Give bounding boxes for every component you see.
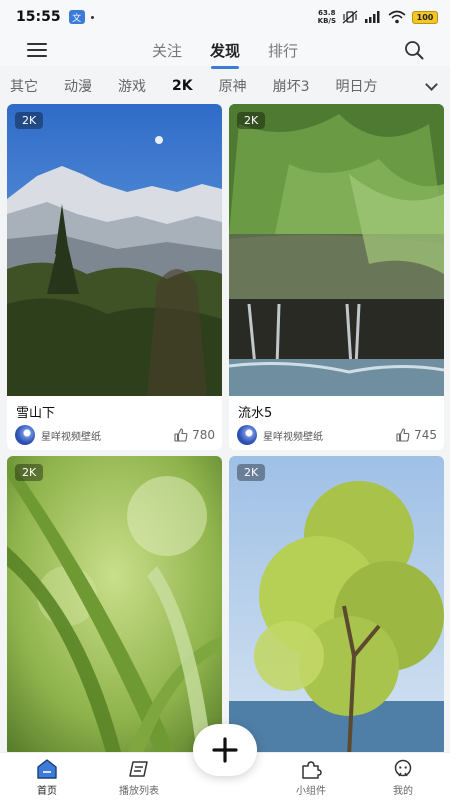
status-indicators: 63.8 KB/S 100 — [318, 9, 438, 25]
avatar[interactable] — [15, 425, 35, 445]
top-nav: 关注 发现 排行 — [0, 34, 450, 66]
resolution-badge: 2K — [15, 464, 44, 481]
wifi-icon — [388, 10, 406, 24]
playlist-icon — [129, 761, 148, 777]
nav-item-profile[interactable]: 我的 — [368, 759, 438, 797]
author-name[interactable]: 星咩视频壁纸 — [263, 428, 323, 443]
wallpaper-card[interactable]: 2K 流水5 星咩视频壁纸 745 — [229, 104, 444, 450]
card-author-row: 星咩视频壁纸 745 — [237, 425, 437, 445]
battery-indicator: 100 — [412, 10, 438, 24]
category-item-genshin[interactable]: 原神 — [219, 76, 247, 96]
nav-label: 播放列表 — [119, 786, 159, 797]
author-name[interactable]: 星咩视频壁纸 — [41, 428, 101, 443]
card-author-row: 星咩视频壁纸 780 — [15, 425, 215, 445]
wallpaper-card[interactable]: 2K 雪山下 星咩视频壁纸 780 — [7, 104, 222, 450]
resolution-badge: 2K — [237, 464, 266, 481]
tab-follow[interactable]: 关注 — [152, 40, 182, 61]
vibrate-off-icon — [342, 10, 358, 24]
chevron-down-icon — [425, 77, 438, 91]
like-button[interactable]: 745 — [396, 428, 437, 442]
resolution-badge: 2K — [237, 112, 266, 129]
tab-discover[interactable]: 发现 — [210, 40, 240, 61]
thumbs-up-icon — [396, 428, 410, 442]
wallpaper-card[interactable]: 2K — [7, 456, 222, 756]
like-count: 745 — [414, 428, 437, 442]
profile-icon — [394, 759, 412, 777]
avatar[interactable] — [237, 425, 257, 445]
category-item-games[interactable]: 游戏 — [118, 76, 146, 96]
category-item-anime[interactable]: 动漫 — [64, 76, 92, 96]
nav-label: 我的 — [393, 786, 413, 797]
search-icon[interactable] — [404, 40, 424, 60]
network-speed-unit: KB/S — [317, 17, 336, 25]
card-title[interactable]: 流水5 — [238, 402, 272, 421]
home-icon — [37, 759, 57, 779]
like-count: 780 — [192, 428, 215, 442]
wallpaper-thumbnail[interactable] — [7, 456, 222, 756]
status-time: 15:55 — [16, 9, 61, 25]
thumbs-up-icon — [174, 428, 188, 442]
category-item-2k[interactable]: 2K — [172, 78, 193, 94]
network-speed: 63.8 KB/S — [318, 9, 336, 25]
widget-icon — [302, 761, 322, 779]
nav-label: 小组件 — [296, 786, 326, 797]
wallpaper-card[interactable]: 2K — [229, 456, 444, 756]
top-tabs: 关注 发现 排行 — [0, 34, 450, 66]
card-title[interactable]: 雪山下 — [16, 402, 55, 421]
category-item-arknights[interactable]: 明日方 — [336, 76, 378, 96]
app-notification-icon: 文 — [68, 10, 85, 24]
nav-label: 首页 — [37, 786, 57, 797]
category-expand-button[interactable] — [404, 70, 450, 102]
network-speed-value: 63.8 — [318, 9, 336, 17]
category-item-honkai3[interactable]: 崩坏3 — [273, 76, 310, 96]
category-item-other[interactable]: 其它 — [10, 76, 38, 96]
tab-ranking[interactable]: 排行 — [268, 40, 298, 61]
notification-dot-icon — [90, 15, 94, 19]
add-button[interactable] — [193, 724, 257, 776]
signal-hd-icon — [365, 11, 380, 23]
wallpaper-thumbnail[interactable] — [7, 104, 222, 396]
nav-item-widgets[interactable]: 小组件 — [276, 759, 346, 797]
wallpaper-thumbnail[interactable] — [229, 456, 444, 756]
like-button[interactable]: 780 — [174, 428, 215, 442]
nav-item-playlist[interactable]: 播放列表 — [104, 759, 174, 797]
nav-item-home[interactable]: 首页 — [12, 759, 82, 797]
wallpaper-thumbnail[interactable] — [229, 104, 444, 396]
category-list: 其它 动漫 游戏 2K 原神 崩坏3 明日方 — [0, 70, 450, 102]
status-bar: 15:55 文 63.8 KB/S 100 — [0, 0, 450, 34]
plus-icon — [212, 737, 238, 763]
category-bar: 其它 动漫 游戏 2K 原神 崩坏3 明日方 — [0, 70, 450, 102]
resolution-badge: 2K — [15, 112, 44, 129]
